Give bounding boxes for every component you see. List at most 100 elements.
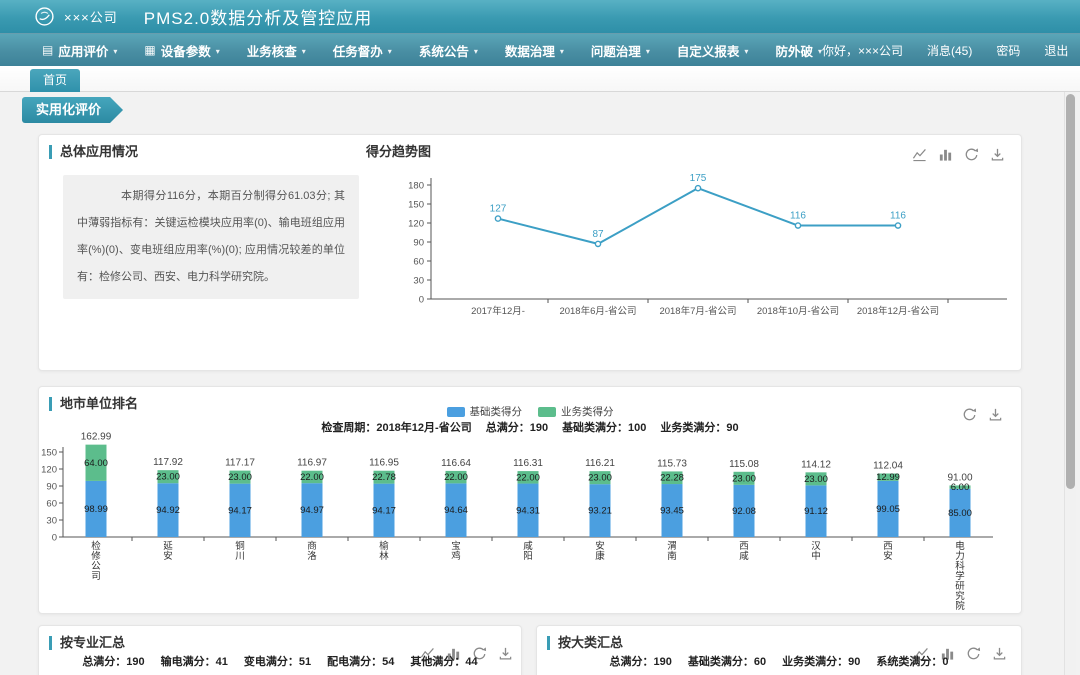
svg-text:30: 30 [46, 516, 57, 527]
nav-item-3[interactable]: 任务督办▾ [333, 41, 392, 60]
stat-3: 系统类满分：0 [876, 653, 948, 669]
legend-label: 基础类得分 [470, 404, 523, 419]
svg-text:114.12: 114.12 [801, 459, 831, 470]
bar-chart-icon[interactable] [938, 147, 953, 162]
ranking-legend: 基础类得分 业务类得分 [39, 404, 1021, 419]
svg-text:22.78: 22.78 [372, 472, 396, 483]
nav-item-label: 自定义报表 [677, 41, 740, 60]
nav-item-2[interactable]: 业务核查▾ [247, 41, 306, 60]
chevron-down-icon: ▾ [302, 47, 306, 56]
svg-text:115.08: 115.08 [729, 459, 759, 470]
svg-text:93.45: 93.45 [660, 506, 684, 517]
svg-text:94.17: 94.17 [372, 505, 396, 516]
chevron-down-icon: ▾ [113, 47, 117, 56]
panel-city-ranking: 地市单位排名 基础类得分业务类得分 检查周期：2018年12月-省公司总满分：1… [38, 386, 1022, 614]
nav-item-4[interactable]: 系统公告▾ [419, 41, 478, 60]
svg-text:112.04: 112.04 [873, 461, 903, 472]
svg-text:22.00: 22.00 [444, 472, 468, 483]
download-icon[interactable] [990, 147, 1005, 162]
nav-item-6[interactable]: 问题治理 ▾ [591, 41, 650, 60]
svg-text:铜川: 铜川 [235, 540, 245, 562]
nav-item-label: 问题治理 [591, 41, 641, 60]
category-stats: 总满分：190 基础类满分：60 业务类满分：90 系统类满分：0 [537, 653, 1021, 669]
panel-overview-trend: 总体应用情况 本期得分116分，本期百分制得分61.03分; 其中薄弱指标有：关… [38, 134, 1022, 371]
nav-item-5[interactable]: 数据治理▾ [505, 41, 564, 60]
legend-item-0[interactable]: 基础类得分 [447, 404, 523, 419]
svg-text:23.00: 23.00 [588, 473, 612, 484]
nav-item-label: 数据治理 [505, 41, 555, 60]
legend-swatch [447, 407, 465, 417]
svg-text:115.73: 115.73 [657, 458, 687, 469]
nav-item-0[interactable]: ▤ 应用评价 ▾ [42, 41, 117, 60]
stat-4: 其他满分：44 [410, 653, 477, 669]
logout-link[interactable]: 退出 [1044, 42, 1068, 59]
nav-item-8[interactable]: 防外破▾ [775, 41, 822, 60]
svg-text:94.64: 94.64 [444, 505, 468, 516]
svg-text:99.05: 99.05 [876, 504, 900, 515]
svg-text:116.97: 116.97 [297, 458, 327, 469]
svg-text:渭南: 渭南 [667, 541, 677, 562]
svg-text:94.31: 94.31 [516, 505, 540, 516]
svg-text:60: 60 [413, 257, 424, 268]
svg-text:127: 127 [490, 204, 507, 215]
panel-summary-specialty: 按专业汇总 总满分：190输电满分：41变电满分：51配电满分：54其他满分：4… [38, 625, 522, 675]
svg-text:120: 120 [408, 219, 424, 230]
stat-1: 基础类满分：60 [688, 653, 766, 669]
download-icon[interactable] [988, 407, 1003, 422]
chevron-down-icon: ▾ [474, 47, 478, 56]
company-name: ×××公司 [64, 7, 118, 26]
chevron-down-icon: ▾ [216, 47, 220, 56]
stat-1: 输电满分：41 [161, 653, 228, 669]
messages-link[interactable]: 消息(45) [927, 42, 972, 59]
svg-text:91.12: 91.12 [804, 506, 828, 517]
specialty-title: 按专业汇总 [49, 636, 125, 650]
svg-text:6.00: 6.00 [951, 482, 970, 493]
refresh-icon[interactable] [962, 407, 977, 422]
password-link[interactable]: 密码 [996, 42, 1020, 59]
svg-text:12.99: 12.99 [876, 472, 900, 483]
svg-text:延安: 延安 [163, 540, 173, 562]
svg-text:87: 87 [592, 229, 604, 240]
svg-text:116.31: 116.31 [513, 458, 543, 469]
nav-item-1[interactable]: ▦设备参数▾ [144, 41, 219, 60]
stat-0: 总满分：190 [610, 653, 672, 669]
nav-item-7[interactable]: 自定义报表▾ [677, 41, 749, 60]
svg-text:180: 180 [408, 181, 424, 192]
svg-text:30: 30 [413, 276, 424, 287]
svg-text:116: 116 [890, 211, 906, 222]
svg-text:2018年12月-省公司: 2018年12月-省公司 [857, 305, 939, 317]
svg-text:64.00: 64.00 [84, 458, 108, 469]
svg-text:94.92: 94.92 [156, 505, 180, 516]
scrollbar-thumb[interactable] [1066, 94, 1075, 489]
stat-3: 配电满分：54 [327, 653, 394, 669]
legend-label: 业务类得分 [561, 404, 614, 419]
nav-item-label: 应用评价 [58, 41, 108, 60]
stat-2: 业务类满分：90 [782, 653, 860, 669]
chevron-down-icon: ▾ [646, 47, 650, 56]
refresh-icon[interactable] [964, 147, 979, 162]
svg-text:162.99: 162.99 [81, 432, 112, 443]
specialty-stats: 总满分：190输电满分：41变电满分：51配电满分：54其他满分：44 [39, 653, 521, 669]
chevron-down-icon: ▾ [388, 47, 392, 56]
nav-item-label: 防外破 [775, 41, 813, 60]
svg-text:汉中: 汉中 [811, 541, 821, 562]
svg-text:0: 0 [52, 533, 57, 544]
svg-text:23.00: 23.00 [804, 474, 828, 485]
legend-item-1[interactable]: 业务类得分 [538, 404, 614, 419]
svg-text:2017年12月-: 2017年12月- [471, 305, 525, 317]
tab-home[interactable]: 首页 [30, 69, 80, 92]
stat-2: 变电满分：51 [244, 653, 311, 669]
company-logo [34, 6, 55, 27]
svg-text:22.00: 22.00 [516, 472, 540, 483]
svg-text:85.00: 85.00 [948, 508, 972, 519]
line-chart-icon[interactable] [912, 147, 927, 162]
category-title: 按大类汇总 [547, 636, 623, 650]
legend-swatch [538, 407, 556, 417]
svg-text:117.92: 117.92 [153, 457, 183, 468]
svg-text:23.00: 23.00 [228, 472, 252, 483]
svg-text:175: 175 [690, 173, 707, 184]
trend-chart: 03060901201501801272017年12月-872018年6月-省公… [399, 173, 1022, 343]
page-title: PMS2.0数据分析及管控应用 [144, 4, 372, 29]
nav-menu: ▤应用评价▾▦设备参数▾业务核查▾任务督办▾系统公告▾数据治理▾问题治理▾自定义… [42, 41, 822, 60]
form-icon: ▤ [42, 43, 53, 57]
